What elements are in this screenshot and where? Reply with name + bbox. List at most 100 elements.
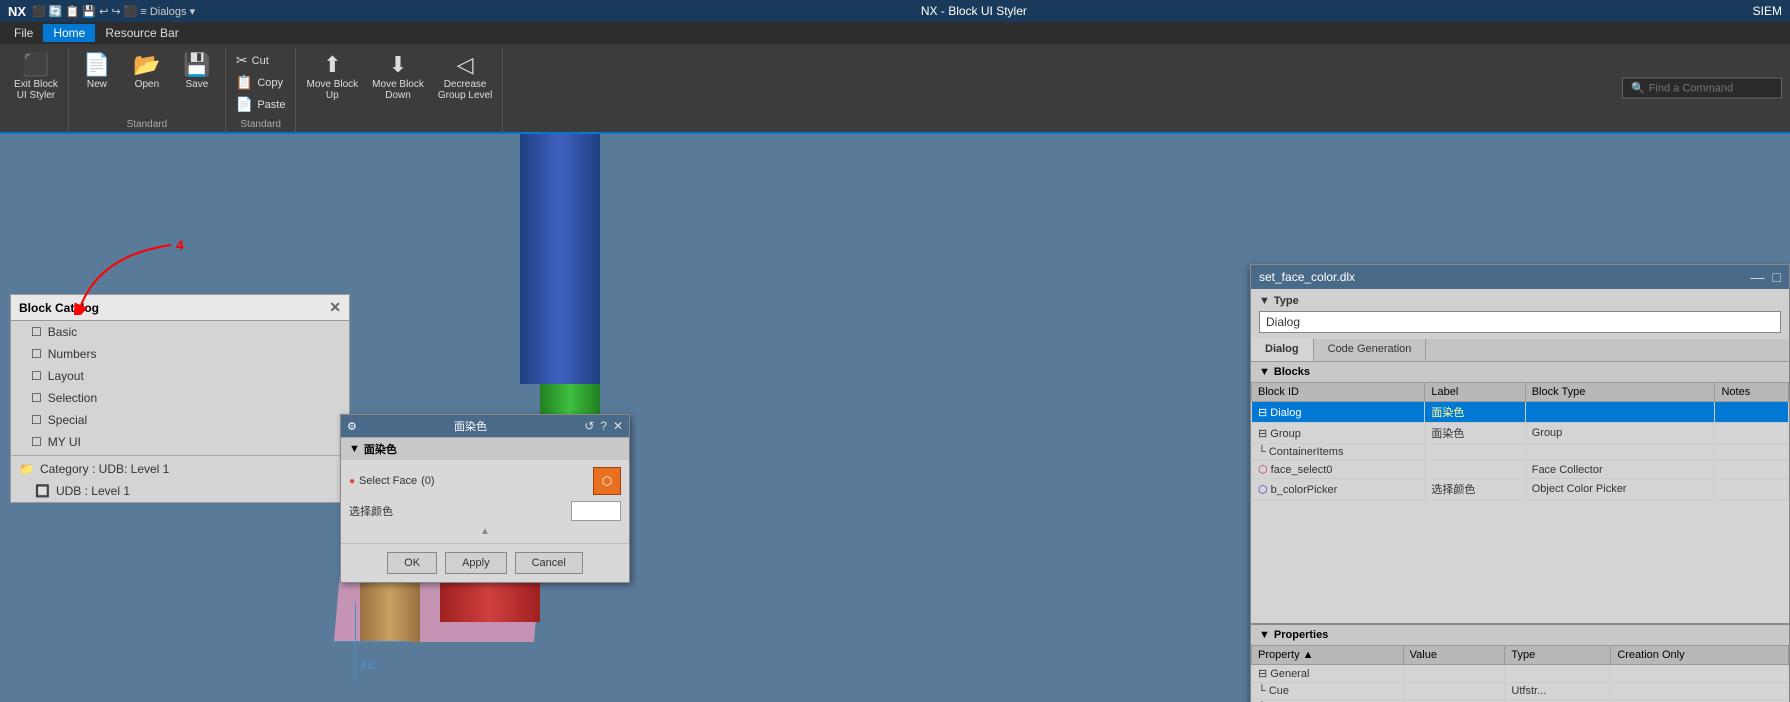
decrease-group-level-button[interactable]: ◁ DecreaseGroup Level xyxy=(432,50,498,105)
prop-type: Utfstr... xyxy=(1505,683,1611,700)
minimize-icon[interactable]: — xyxy=(1751,269,1765,285)
col-block-id: Block ID xyxy=(1252,383,1425,402)
copy-button[interactable]: 📋 Copy xyxy=(230,72,292,93)
collector-icon: ⬡ xyxy=(593,467,621,495)
main-area: XC Block Catalog ✕ ☐ Basic ☐ Numbers ☐ L… xyxy=(0,134,1790,702)
move-block-up-button[interactable]: ⬆ Move BlockUp xyxy=(300,50,364,105)
menu-file[interactable]: File xyxy=(4,24,43,42)
label-cell xyxy=(1425,444,1525,461)
notes-cell xyxy=(1715,461,1789,479)
special-label: Special xyxy=(48,413,87,427)
notes-cell xyxy=(1715,423,1789,444)
prop-value xyxy=(1403,683,1505,700)
type-dropdown[interactable]: Dialog xyxy=(1259,311,1781,333)
exit-label: Exit BlockUI Styler xyxy=(14,79,58,101)
table-row[interactable]: ⬡ b_colorPicker 选择颜色 Object Color Picker xyxy=(1252,479,1789,500)
table-row[interactable]: ⊟ Group 面染色 Group xyxy=(1252,423,1789,444)
prop-row[interactable]: ⊟ General xyxy=(1252,665,1789,683)
properties-table: Property ▲ Value Type Creation Only ⊟ Ge… xyxy=(1251,645,1789,702)
basic-label: Basic xyxy=(48,325,77,339)
label-cell: 面染色 xyxy=(1425,402,1525,423)
block-catalog-close-button[interactable]: ✕ xyxy=(329,299,341,316)
face-select-collector: ⬡ xyxy=(593,467,621,495)
title-bar: NX ⬛ 🔄 📋 💾 ↩ ↪ ⬛ ≡ Dialogs ▾ NX - Block … xyxy=(0,0,1790,22)
open-label: Open xyxy=(135,79,159,90)
open-icon: 📂 xyxy=(133,54,160,76)
move-block-down-button[interactable]: ⬇ Move BlockDown xyxy=(366,50,430,105)
catalog-tree-udb[interactable]: 🔲 UDB : Level 1 xyxy=(11,480,349,502)
prop-creation xyxy=(1611,665,1789,683)
maximize-icon[interactable]: □ xyxy=(1773,269,1781,285)
catalog-item-special[interactable]: ☐ Special xyxy=(11,409,349,431)
prop-value xyxy=(1403,665,1505,683)
menu-home[interactable]: Home xyxy=(43,24,95,42)
move-down-label: Move BlockDown xyxy=(372,79,424,101)
open-button[interactable]: 📂 Open xyxy=(123,50,171,94)
catalog-item-selection[interactable]: ☐ Selection xyxy=(11,387,349,409)
3d-shape-blue xyxy=(520,134,600,384)
block-catalog-header: Block Catalog ✕ xyxy=(11,295,349,321)
catalog-item-numbers[interactable]: ☐ Numbers xyxy=(11,343,349,365)
catalog-separator xyxy=(11,455,349,456)
find-command-input[interactable] xyxy=(1649,82,1769,94)
face-color-refresh-icon[interactable]: ↺ xyxy=(584,419,594,433)
cancel-button[interactable]: Cancel xyxy=(515,552,583,574)
copy-icon: 📋 xyxy=(236,74,253,91)
paste-button[interactable]: 📄 Paste xyxy=(230,94,292,115)
face-select-label: ● Select Face (0) xyxy=(349,475,587,487)
blocks-triangle: ▼ xyxy=(1259,366,1270,378)
properties-scroll-area[interactable]: Property ▲ Value Type Creation Only ⊟ Ge… xyxy=(1251,645,1789,702)
face-select-count: (0) xyxy=(421,475,434,487)
label-cell: 选择颜色 xyxy=(1425,479,1525,500)
table-row[interactable]: └ ContainerItems xyxy=(1252,444,1789,461)
tab-code-generation[interactable]: Code Generation xyxy=(1314,339,1427,361)
face-color-help-icon[interactable]: ? xyxy=(600,419,607,433)
catalog-tree-category[interactable]: 📁 Category : UDB: Level 1 xyxy=(11,458,349,480)
catalog-item-basic[interactable]: ☐ Basic xyxy=(11,321,349,343)
save-icon: 💾 xyxy=(183,54,210,76)
numbers-icon: ☐ xyxy=(31,347,42,361)
face-color-close-icon[interactable]: ✕ xyxy=(613,419,623,433)
face-color-dialog-buttons: OK Apply Cancel xyxy=(341,543,629,582)
decrease-icon: ◁ xyxy=(457,54,474,76)
face-select-text: Select Face xyxy=(359,475,417,487)
ok-button[interactable]: OK xyxy=(387,552,437,574)
save-button[interactable]: 💾 Save xyxy=(173,50,221,94)
prop-name: └ Cue xyxy=(1252,683,1404,700)
ribbon-group-exit: ⬛ Exit BlockUI Styler xyxy=(4,48,69,132)
layout-label: Layout xyxy=(48,369,84,383)
move-up-icon: ⬆ xyxy=(323,54,341,76)
cut-icon: ✂ xyxy=(236,52,248,69)
new-button[interactable]: 📄 New xyxy=(73,50,121,94)
notes-cell xyxy=(1715,444,1789,461)
exit-block-ui-styler-button[interactable]: ⬛ Exit BlockUI Styler xyxy=(8,50,64,105)
copy-label: Copy xyxy=(257,77,283,89)
block-ui-styler-panel: set_face_color.dlx — □ ▼ Type Dialog Dia… xyxy=(1250,264,1790,702)
face-color-dialog-titlebar: ⚙ 面染色 ↺ ? ✕ xyxy=(341,415,629,437)
notes-cell xyxy=(1715,479,1789,500)
basic-icon: ☐ xyxy=(31,325,42,339)
table-row[interactable]: ⊟ Dialog 面染色 xyxy=(1252,402,1789,423)
color-picker-row: 选择颜色 xyxy=(349,498,621,524)
apply-button[interactable]: Apply xyxy=(445,552,507,574)
decrease-label: DecreaseGroup Level xyxy=(438,79,492,101)
prop-row[interactable]: └ Cue Utfstr... xyxy=(1252,683,1789,700)
block-catalog-panel: Block Catalog ✕ ☐ Basic ☐ Numbers ☐ Layo… xyxy=(10,294,350,503)
cut-button[interactable]: ✂ Cut xyxy=(230,50,292,71)
menu-resource-bar[interactable]: Resource Bar xyxy=(95,24,188,42)
paste-icon: 📄 xyxy=(236,96,253,113)
table-row[interactable]: ⬡ face_select0 Face Collector xyxy=(1252,461,1789,479)
xc-axis-label: XC xyxy=(360,660,375,672)
title-bar-left: NX ⬛ 🔄 📋 💾 ↩ ↪ ⬛ ≡ Dialogs ▾ xyxy=(8,4,195,19)
color-swatch[interactable] xyxy=(571,501,621,521)
blocks-scroll-area[interactable]: Block ID Label Block Type Notes ⊟ Dialog… xyxy=(1251,382,1789,623)
menu-bar: File Home Resource Bar xyxy=(0,22,1790,44)
properties-section: ▼ Properties Property ▲ Value Type Creat… xyxy=(1251,623,1789,702)
clipboard-group-label: Standard xyxy=(240,119,281,130)
catalog-item-myui[interactable]: ☐ MY UI xyxy=(11,431,349,453)
find-command-box[interactable]: 🔍 xyxy=(1622,78,1782,99)
tab-dialog[interactable]: Dialog xyxy=(1251,339,1314,361)
catalog-item-layout[interactable]: ☐ Layout xyxy=(11,365,349,387)
type-label-text: Type xyxy=(1274,295,1299,307)
category-folder-icon: 📁 xyxy=(19,462,34,476)
